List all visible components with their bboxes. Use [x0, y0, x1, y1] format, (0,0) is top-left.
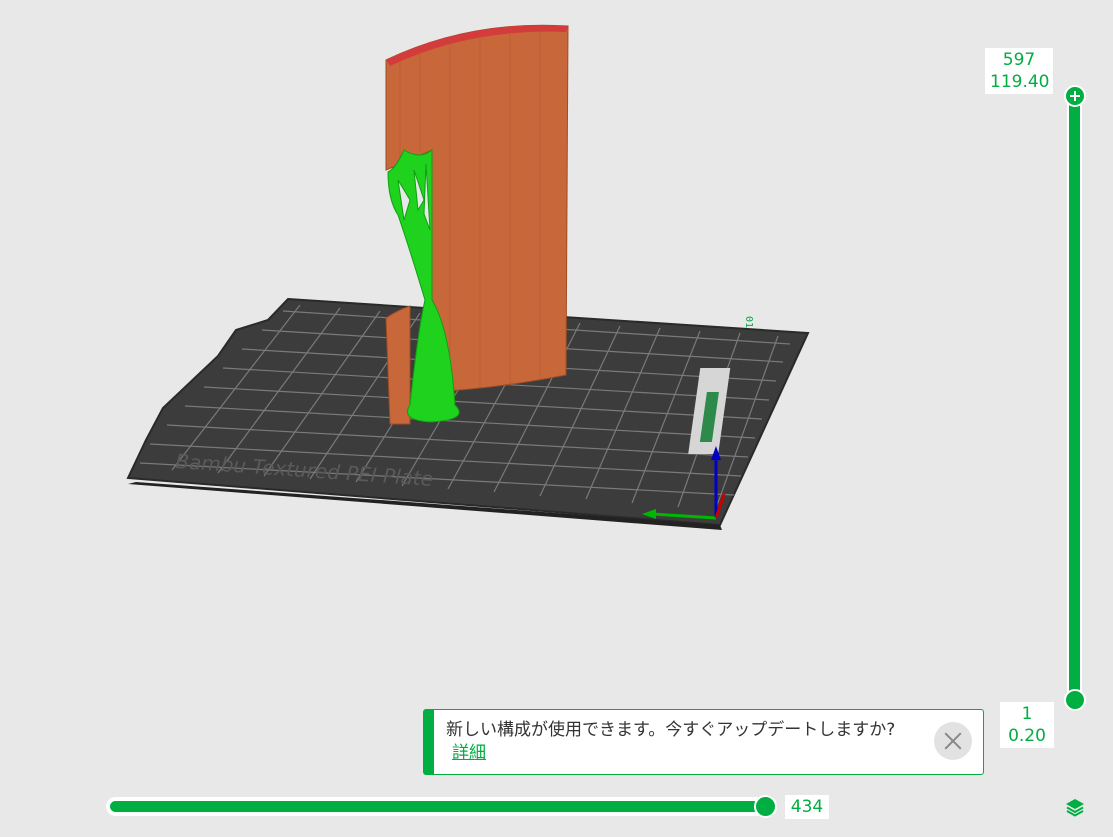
- move-slider-handle[interactable]: [754, 795, 777, 818]
- layer-slider-bottom-handle[interactable]: [1064, 689, 1086, 711]
- update-notification: 新しい構成が使用できます。今すぐアップデートしますか? 詳細: [423, 709, 984, 775]
- top-layer-number: 597: [1002, 50, 1036, 70]
- bottom-layer-number: 1: [1021, 704, 1033, 724]
- move-slider-fill: [110, 801, 759, 812]
- notification-accent-bar: [424, 710, 434, 774]
- layers-icon: [1066, 799, 1084, 817]
- 3d-viewport[interactable]: Bambu Textured PEI Plate 01: [0, 0, 1060, 790]
- move-slider-track[interactable]: [106, 797, 776, 816]
- layer-slider-top-label: 597 119.40: [985, 48, 1053, 94]
- details-link[interactable]: 詳細: [452, 743, 486, 763]
- plate-number: 01: [743, 316, 754, 328]
- move-slider-value: 434: [785, 795, 829, 819]
- layer-slider-bottom-label: 1 0.20: [1000, 702, 1054, 748]
- layer-slider-top-handle[interactable]: [1064, 85, 1086, 107]
- layers-button[interactable]: [1064, 796, 1086, 818]
- plus-icon: [1069, 90, 1081, 102]
- bottom-layer-height: 0.20: [1008, 726, 1046, 746]
- notification-message: 新しい構成が使用できます。今すぐアップデートしますか? 詳細: [446, 719, 916, 765]
- scene-svg: Bambu Textured PEI Plate 01: [126, 24, 810, 530]
- layer-slider-track[interactable]: [1067, 96, 1082, 700]
- top-layer-height: 119.40: [990, 72, 1050, 92]
- notification-text: 新しい構成が使用できます。今すぐアップデートしますか?: [446, 720, 896, 740]
- close-icon[interactable]: [934, 722, 972, 760]
